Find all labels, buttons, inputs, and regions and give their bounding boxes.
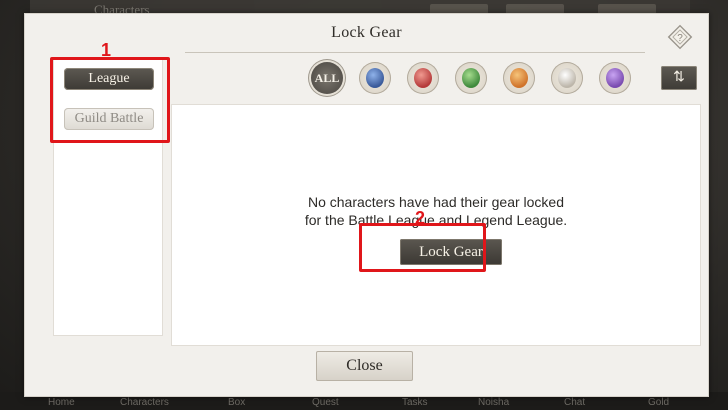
filter-water[interactable] [359,62,391,94]
water-element-icon [366,68,384,88]
nav-tasks: Tasks [402,397,428,408]
filter-fire[interactable] [407,62,439,94]
filter-light[interactable] [503,62,535,94]
nav-quest: Quest [312,397,339,408]
highlight-box-2 [359,223,486,272]
light-element-icon [510,68,528,88]
sort-button[interactable]: ⇅ [661,66,697,90]
filter-wind[interactable] [455,62,487,94]
dark-element-icon [606,68,624,88]
nav-noisha: Noisha [478,397,510,408]
nav-home: Home [48,397,75,408]
svg-text:?: ? [677,33,683,44]
wind-element-icon [462,68,480,88]
nav-box: Box [228,397,246,408]
neutral-element-icon [558,68,576,88]
filter-all[interactable]: ALL [311,62,343,94]
nav-chat: Chat [564,397,586,408]
callout-number-2: 2 [415,208,426,228]
fire-element-icon [414,68,432,88]
dialog-title: Lock Gear [331,24,402,41]
filter-dark[interactable] [599,62,631,94]
callout-number-1: 1 [101,40,112,60]
highlight-box-1 [50,57,170,143]
help-diamond-icon[interactable]: ? [667,24,693,50]
close-button[interactable]: Close [316,351,413,381]
message-line-1: No characters have had their gear locked [307,194,565,210]
sort-arrows-icon: ⇅ [673,70,685,85]
filter-neutral[interactable] [551,62,583,94]
nav-characters: Characters [120,397,169,408]
nav-gold: Gold [648,397,670,408]
title-divider [185,52,645,53]
